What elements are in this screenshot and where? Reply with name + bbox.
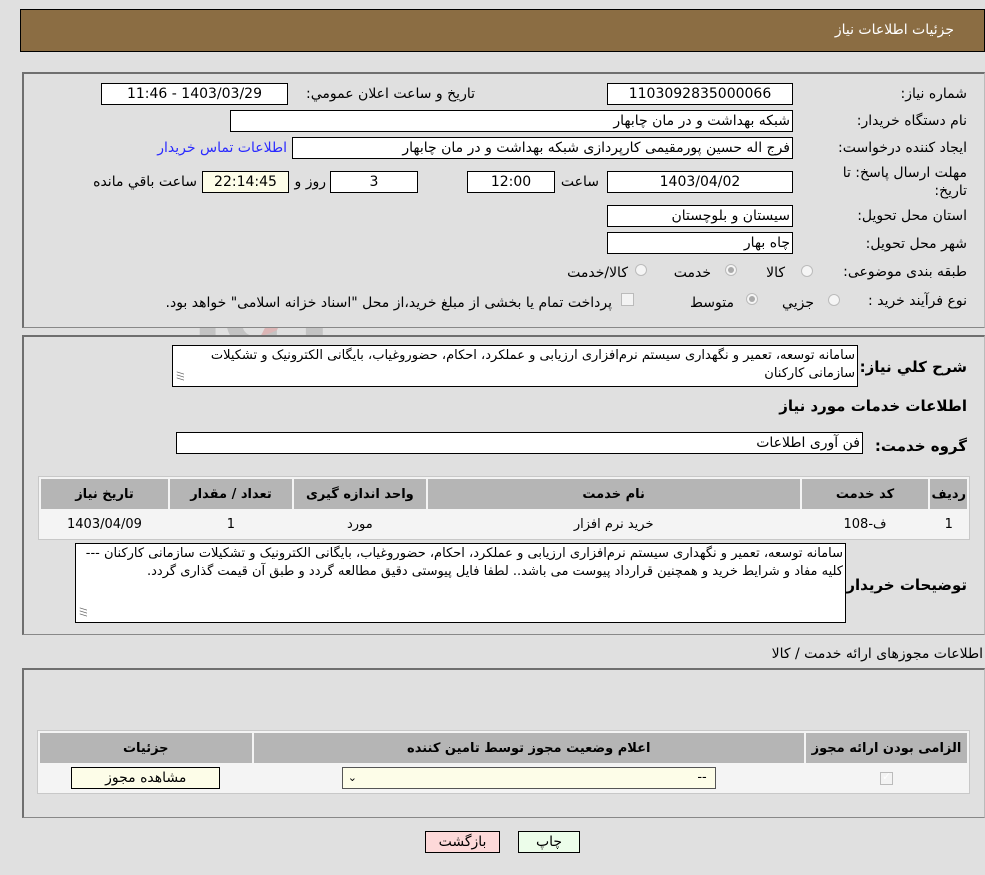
page-header: جزئیات اطلاعات نیاز	[20, 9, 985, 52]
creator-label: ايجاد کننده درخواست:	[838, 140, 967, 156]
buyer-contact-link[interactable]: اطلاعات تماس خريدار	[157, 140, 287, 156]
permit-required-checkbox[interactable]: ✓	[880, 769, 893, 785]
category-radio-service[interactable]	[725, 264, 737, 276]
creator-field: فرج اله حسین پورمقیمی کارپردازی شبکه بهد…	[292, 137, 793, 159]
permit-status-select[interactable]: -- ⌄	[341, 767, 716, 789]
service-group-label: گروه خدمت:	[874, 437, 967, 455]
process-radio-medium[interactable]	[746, 293, 758, 305]
buyer-notes-text: سامانه توسعه، تعمیر و نگهداری سیستم نرم‌…	[85, 546, 843, 579]
deadline-date-field: 1403/04/02	[607, 171, 793, 193]
category-label: طبقه بندی موضوعی:	[843, 264, 967, 280]
announce-field: 1403/03/29 - 11:46	[101, 83, 288, 105]
buyer-notes-label: توضيحات خريدار:	[840, 576, 967, 594]
cell-row: 1	[930, 511, 967, 537]
table-row: 1 ف-108 خريد نرم افزار مورد 1 1403/04/09	[41, 511, 967, 537]
cell-need-date: 1403/04/09	[41, 511, 168, 537]
need-number-field: 1103092835000066	[607, 83, 793, 105]
permits-section-title: اطلاعات مجوزهای ارائه خدمت / كالا	[771, 646, 983, 662]
col-service-code: كد خدمت	[801, 479, 929, 509]
services-table-header: رديف كد خدمت نام خدمت واحد اندازه گيری ت…	[41, 479, 967, 509]
permits-table: الزامی بودن ارائه مجوز اعلام وضعيت مجوز …	[37, 730, 970, 794]
deadline-time-label: ساعت	[560, 174, 599, 190]
process-radio-minor[interactable]	[828, 294, 840, 306]
cell-permit-details: مشاهده مجوز	[40, 765, 252, 791]
remaining-time-label: ساعت باقي مانده	[93, 174, 197, 190]
col-row: رديف	[930, 479, 967, 509]
treasury-note: پرداخت تمام یا بخشی از مبلغ خرید،از محل …	[165, 295, 612, 311]
service-group-field: فن آوری اطلاعات	[176, 432, 863, 454]
col-quantity: تعداد / مقدار	[169, 479, 292, 509]
cell-service-code: ف-108	[801, 511, 929, 537]
resize-grip-icon[interactable]: ///	[76, 607, 92, 616]
category-option-goods-service: كالا/خدمت	[567, 265, 628, 281]
print-button[interactable]: چاپ	[518, 831, 580, 853]
back-button[interactable]: بازگشت	[425, 831, 500, 853]
cell-service-name: خريد نرم افزار	[427, 511, 800, 537]
city-field: چاه بهار	[607, 232, 793, 254]
category-radio-goods-service[interactable]	[635, 264, 647, 276]
deadline-label-line1: مهلت ارسال پاسخ: تا	[842, 165, 967, 181]
category-radio-goods[interactable]	[801, 265, 813, 277]
days-label: روز و	[294, 174, 327, 190]
col-permit-required: الزامی بودن ارائه مجوز	[806, 733, 967, 763]
treasury-checkbox[interactable]	[621, 293, 634, 306]
col-permit-details: جزئيات	[40, 733, 252, 763]
col-permit-status: اعلام وضعيت مجوز توسط تامين كننده	[253, 733, 804, 763]
services-section-title: اطلاعات خدمات مورد نياز	[779, 397, 967, 415]
need-number-label: شماره نیاز:	[900, 86, 968, 102]
table-row: ✓ -- ⌄ مشاهده مجوز	[40, 765, 967, 791]
deadline-label-line2: تاريخ:	[934, 183, 967, 199]
category-option-goods: كالا	[766, 265, 785, 281]
services-table: رديف كد خدمت نام خدمت واحد اندازه گيری ت…	[38, 476, 970, 540]
process-label: نوع فرآيند خريد :	[868, 293, 967, 309]
view-permit-button[interactable]: مشاهده مجوز	[71, 767, 221, 789]
permit-status-value: --	[697, 770, 707, 785]
col-unit: واحد اندازه گيری	[293, 479, 426, 509]
buyer-org-label: نام دستگاه خريدار:	[856, 113, 967, 129]
buyer-org-field: شبکه بهداشت و در مان چابهار	[230, 110, 793, 132]
days-remaining-field: 3	[330, 171, 418, 193]
check-icon: ✓	[882, 769, 892, 783]
cell-quantity: 1	[169, 511, 292, 537]
col-need-date: تاريخ نياز	[41, 479, 168, 509]
permits-table-header: الزامی بودن ارائه مجوز اعلام وضعيت مجوز …	[40, 733, 967, 763]
cell-permit-required: ✓	[806, 765, 967, 791]
summary-text: سامانه توسعه، تعمیر و نگهداری سیستم نرم‌…	[210, 348, 855, 381]
deadline-time-field: 12:00	[467, 171, 555, 193]
category-option-service: خدمت	[673, 265, 711, 281]
process-option-medium: متوسط	[690, 295, 734, 311]
announce-label: تاريخ و ساعت اعلان عمومي:	[306, 86, 475, 102]
remaining-time-field: 22:14:45	[202, 171, 289, 193]
resize-grip-icon[interactable]: ///	[173, 371, 189, 380]
summary-label: شرح كلي نياز:	[859, 358, 967, 376]
cell-unit: مورد	[293, 511, 426, 537]
page-title: جزئیات اطلاعات نیاز	[834, 22, 954, 38]
chevron-down-icon: ⌄	[347, 771, 357, 784]
buyer-notes-textarea[interactable]: سامانه توسعه، تعمیر و نگهداری سیستم نرم‌…	[75, 543, 846, 623]
process-option-minor: جزيي	[782, 295, 814, 311]
province-label: استان محل تحويل:	[857, 208, 967, 224]
cell-permit-status: -- ⌄	[253, 765, 804, 791]
city-label: شهر محل تحويل:	[865, 236, 967, 252]
province-field: سیستان و بلوچستان	[607, 205, 793, 227]
summary-textarea[interactable]: سامانه توسعه، تعمیر و نگهداری سیستم نرم‌…	[172, 345, 858, 387]
col-service-name: نام خدمت	[427, 479, 800, 509]
